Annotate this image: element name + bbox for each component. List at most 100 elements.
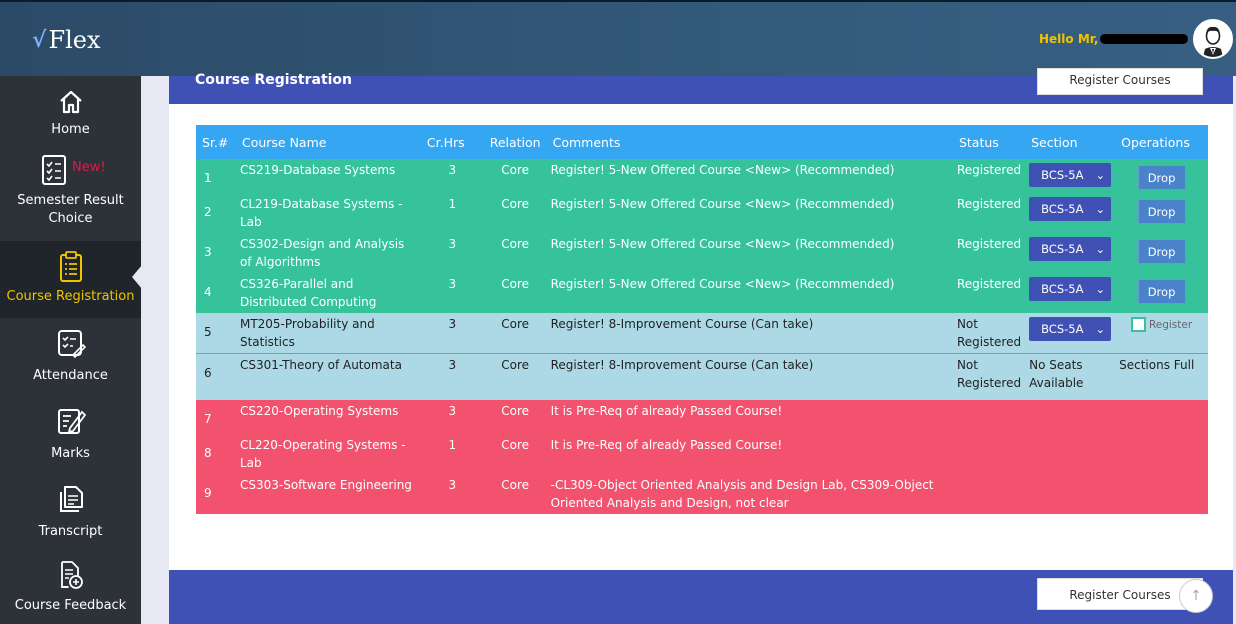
cell-relation: Core (483, 313, 547, 354)
table-row: 2 CL219-Database Systems - Lab 1 Core Re… (196, 193, 1208, 233)
cell-sr: 5 (196, 313, 236, 354)
cell-status: Registered (952, 233, 1026, 273)
section-value: BCS-5A (1041, 322, 1084, 336)
cell-sr: 6 (196, 353, 236, 400)
cell-hrs: 3 (420, 313, 484, 354)
sidebar-item-label: Marks (51, 446, 90, 461)
cell-section: No Seats Available (1025, 353, 1116, 400)
cell-course: CS303-Software Engineering (235, 473, 421, 514)
col-section: Section (1025, 125, 1116, 159)
cell-course: MT205-Probability and Statistics (235, 313, 421, 354)
col-sr: Sr.# (196, 125, 236, 159)
sidebar-item-home[interactable]: Home (0, 82, 141, 144)
cell-status: Not Registered (952, 313, 1026, 354)
drop-button[interactable]: Drop (1137, 239, 1186, 264)
table-row: 7 CS220-Operating Systems 3 Core It is P… (196, 399, 1208, 434)
flex-logo[interactable]: √ Flex (32, 26, 101, 54)
cell-course: CS302-Design and Analysis of Algorithms (235, 233, 421, 273)
sidebar-item-course-registration[interactable]: Course Registration (0, 241, 142, 318)
cell-course: CS219-Database Systems (235, 159, 421, 193)
chevron-down-icon: ⌄ (1095, 202, 1106, 216)
section-select[interactable]: BCS-5A ⌄ (1029, 163, 1112, 187)
cell-relation: Core (483, 353, 547, 400)
chevron-down-icon: ⌄ (1095, 322, 1106, 336)
cell-operations: Drop (1115, 159, 1208, 193)
sidebar-item-semester-result-choice[interactable]: New! Semester Result Choice (0, 152, 141, 236)
sidebar-item-marks[interactable]: Marks (0, 404, 141, 466)
cell-operations: Register (1115, 313, 1208, 354)
cell-sr: 2 (196, 193, 236, 233)
cell-comment: It is Pre-Req of already Passed Course! (546, 399, 953, 434)
user-greeting: Hello Mr, (1039, 32, 1189, 46)
drop-button[interactable]: Drop (1137, 279, 1186, 304)
section-select[interactable]: BCS-5A ⌄ (1029, 237, 1112, 261)
cell-operations (1115, 473, 1208, 514)
document-plus-icon (60, 561, 83, 589)
cell-operations: Drop (1115, 273, 1208, 313)
redacted-name (1100, 34, 1189, 44)
table-row: 9 CS303-Software Engineering 3 Core -CL3… (196, 473, 1208, 514)
cell-status (952, 433, 1026, 474)
cell-section (1025, 473, 1116, 514)
cell-comment: Register! 5-New Offered Course <New> (Re… (546, 159, 953, 193)
drop-button[interactable]: Drop (1137, 199, 1186, 224)
table-header-row: Sr.# Course Name Cr.Hrs Relation Comment… (196, 125, 1208, 159)
section-select[interactable]: BCS-5A ⌄ (1029, 277, 1112, 301)
clipboard-list-icon (59, 251, 82, 282)
register-checkbox-label: Register (1148, 319, 1193, 331)
attendance-icon (57, 330, 86, 358)
cell-relation: Core (483, 159, 547, 193)
col-relation: Relation (483, 125, 547, 159)
cell-sr: 3 (196, 233, 236, 273)
cell-section: BCS-5A ⌄ (1025, 159, 1116, 193)
chevron-down-icon: ⌄ (1095, 282, 1106, 296)
section-value: BCS-5A (1041, 168, 1084, 182)
sidebar-item-transcript[interactable]: Transcript (0, 482, 141, 544)
card-header: Course Registration Register Courses (169, 68, 1233, 104)
cell-relation: Core (483, 193, 547, 233)
cell-hrs: 3 (420, 473, 484, 514)
cell-relation: Core (483, 273, 547, 313)
sidebar-item-attendance[interactable]: Attendance (0, 326, 141, 388)
sidebar-item-label: Transcript (38, 524, 103, 539)
cell-sr: 8 (196, 433, 236, 474)
cell-status: Registered (952, 159, 1026, 193)
table-row: 6 CS301-Theory of Automata 3 Core Regist… (196, 353, 1208, 400)
section-select[interactable]: BCS-5A ⌄ (1029, 317, 1112, 341)
cell-comment: Register! 8-Improvement Course (Can take… (546, 313, 953, 354)
cell-section (1025, 399, 1116, 434)
avatar[interactable] (1193, 19, 1233, 59)
cell-status: Registered (952, 193, 1026, 233)
drop-button[interactable]: Drop (1137, 165, 1186, 190)
cell-section (1025, 433, 1116, 474)
col-status: Status (952, 125, 1026, 159)
col-operations: Operations (1115, 125, 1208, 159)
section-select[interactable]: BCS-5A ⌄ (1029, 197, 1112, 221)
page-title: Course Registration (195, 72, 353, 88)
checklist-icon (42, 155, 66, 185)
sidebar-item-course-feedback[interactable]: Course Feedback (0, 560, 141, 622)
sidebar-item-label: Course Registration (6, 289, 135, 304)
cell-status (952, 399, 1026, 434)
section-value: BCS-5A (1041, 202, 1084, 216)
new-badge: New! (72, 160, 106, 175)
table-row: 3 CS302-Design and Analysis of Algorithm… (196, 233, 1208, 273)
flex-logo-icon: √ (32, 27, 47, 53)
cell-hrs: 1 (420, 433, 484, 474)
sidebar: Home New! Semester Result Choice Course … (0, 76, 142, 624)
cell-comment: -CL309-Object Oriented Analysis and Desi… (546, 473, 953, 514)
cell-course: CL220-Operating Systems - Lab (235, 433, 421, 474)
table-row: 1 CS219-Database Systems 3 Core Register… (196, 159, 1208, 193)
cell-section: BCS-5A ⌄ (1025, 193, 1116, 233)
scroll-to-top-button[interactable]: ↑ (1179, 579, 1213, 613)
register-courses-button-top[interactable]: Register Courses (1037, 68, 1203, 95)
register-checkbox[interactable] (1130, 317, 1146, 332)
cell-section: BCS-5A ⌄ (1025, 313, 1116, 354)
sidebar-item-label: Attendance (33, 368, 108, 383)
cell-relation: Core (483, 473, 547, 514)
cell-status (952, 473, 1026, 514)
cell-sr: 1 (196, 159, 236, 193)
cell-operations: Sections Full (1115, 353, 1208, 400)
cell-hrs: 3 (420, 399, 484, 434)
cell-comment: Register! 5-New Offered Course <New> (Re… (546, 273, 953, 313)
